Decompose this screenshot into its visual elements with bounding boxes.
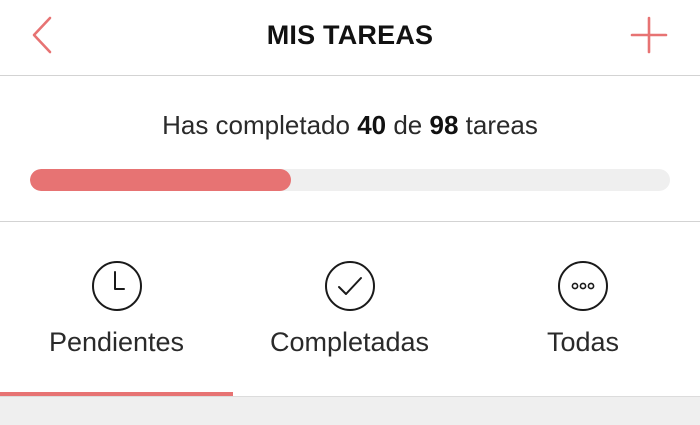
tab-bar: Pendientes Completadas Todas [0,222,700,396]
plus-icon [630,16,668,54]
tab-todas[interactable]: Todas [466,222,700,396]
progress-suffix: tareas [458,110,538,140]
more-circle-icon [558,261,608,311]
tab-label-pendientes: Pendientes [48,327,185,357]
tab-label-todas: Todas [546,327,620,357]
progress-bar [30,169,670,191]
app-root: MIS TAREAS Has completado 40 de 98 tarea… [0,0,700,425]
progress-summary: Has completado 40 de 98 tareas [0,110,700,141]
tab-pendientes[interactable]: Pendientes [0,222,233,396]
progress-prefix: Has completado [162,110,358,140]
list-area [0,396,700,425]
tab-completadas[interactable]: Completadas [233,222,466,396]
completed-count: 40 [357,110,387,140]
header-bar: MIS TAREAS [0,0,700,76]
progress-fill [30,169,292,191]
tab-label-completadas: Completadas [269,327,430,357]
progress-section: Has completado 40 de 98 tareas [0,76,700,222]
clock-icon [91,261,142,311]
check-circle-icon [324,261,375,311]
progress-middle: de [386,110,430,140]
page-title: MIS TAREAS [266,20,434,50]
add-task-button[interactable] [628,14,670,56]
total-count: 98 [429,110,459,140]
